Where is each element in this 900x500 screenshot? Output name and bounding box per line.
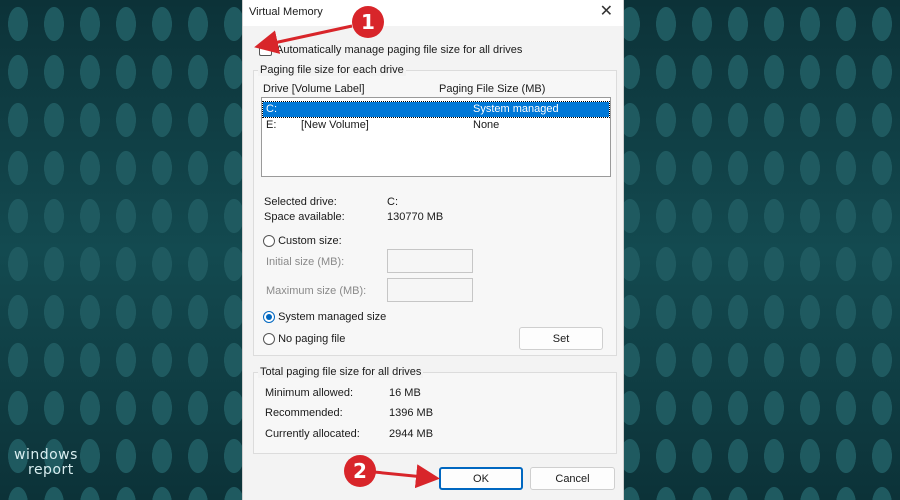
currently-allocated-label: Currently allocated: (265, 428, 360, 440)
auto-manage-checkbox[interactable] (259, 43, 272, 56)
drive-paging-size: System managed (473, 103, 559, 115)
space-available-value: 130770 MB (387, 211, 444, 223)
selected-drive-value: C: (387, 196, 398, 208)
system-managed-option[interactable]: System managed size (263, 311, 387, 324)
min-allowed-value: 16 MB (389, 387, 421, 399)
ok-button[interactable]: OK (439, 467, 523, 490)
drive-paging-size: None (473, 119, 500, 131)
drive-letter: C: (266, 103, 277, 115)
drives-group-legend: Paging file size for each drive (258, 64, 406, 76)
drive-volume-label: [New Volume] (301, 119, 369, 131)
set-button[interactable]: Set (519, 327, 603, 350)
step-1-badge: 1 (352, 6, 384, 38)
selected-drive-label: Selected drive: (264, 196, 337, 208)
drive-list[interactable]: C: System managed E: [New Volume] None (261, 97, 611, 177)
virtual-memory-dialog: Virtual Memory ✕ Automatically manage pa… (242, 0, 624, 500)
step-2-badge: 2 (344, 455, 376, 487)
max-size-label: Maximum size (MB): (266, 285, 367, 297)
total-group-legend: Total paging file size for all drives (258, 366, 424, 378)
recommended-value: 1396 MB (389, 407, 434, 419)
system-managed-radio[interactable] (263, 311, 275, 324)
no-paging-option[interactable]: No paging file (263, 333, 346, 346)
initial-size-input[interactable] (387, 249, 473, 273)
max-size-input[interactable] (387, 278, 473, 302)
col-drive-header: Drive [Volume Label] (263, 83, 365, 95)
col-size-header: Paging File Size (MB) (439, 83, 546, 95)
auto-manage-label: Automatically manage paging file size fo… (276, 43, 523, 56)
recommended-label: Recommended: (265, 407, 343, 419)
close-icon[interactable]: ✕ (600, 3, 613, 21)
logo-line-2: report (28, 462, 74, 478)
min-allowed-label: Minimum allowed: (265, 387, 354, 399)
custom-size-radio[interactable] (263, 235, 275, 248)
dialog-title: Virtual Memory (249, 6, 323, 18)
auto-manage-row[interactable]: Automatically manage paging file size fo… (259, 43, 522, 56)
custom-size-option[interactable]: Custom size: (263, 235, 342, 248)
no-paging-label: No paging file (278, 333, 346, 345)
drive-row-e[interactable]: E: [New Volume] None (263, 118, 609, 133)
initial-size-label: Initial size (MB): (266, 256, 345, 268)
currently-allocated-value: 2944 MB (389, 428, 434, 440)
no-paging-radio[interactable] (263, 333, 275, 346)
custom-size-label: Custom size: (278, 235, 342, 247)
windows-report-logo: windows report (14, 448, 78, 478)
title-bar: Virtual Memory ✕ (243, 0, 623, 26)
system-managed-label: System managed size (278, 311, 387, 323)
drive-letter: E: (266, 119, 277, 131)
drive-row-c[interactable]: C: System managed (262, 101, 610, 118)
logo-line-1: windows (14, 447, 78, 463)
cancel-button[interactable]: Cancel (530, 467, 615, 490)
space-available-label: Space available: (264, 211, 345, 223)
